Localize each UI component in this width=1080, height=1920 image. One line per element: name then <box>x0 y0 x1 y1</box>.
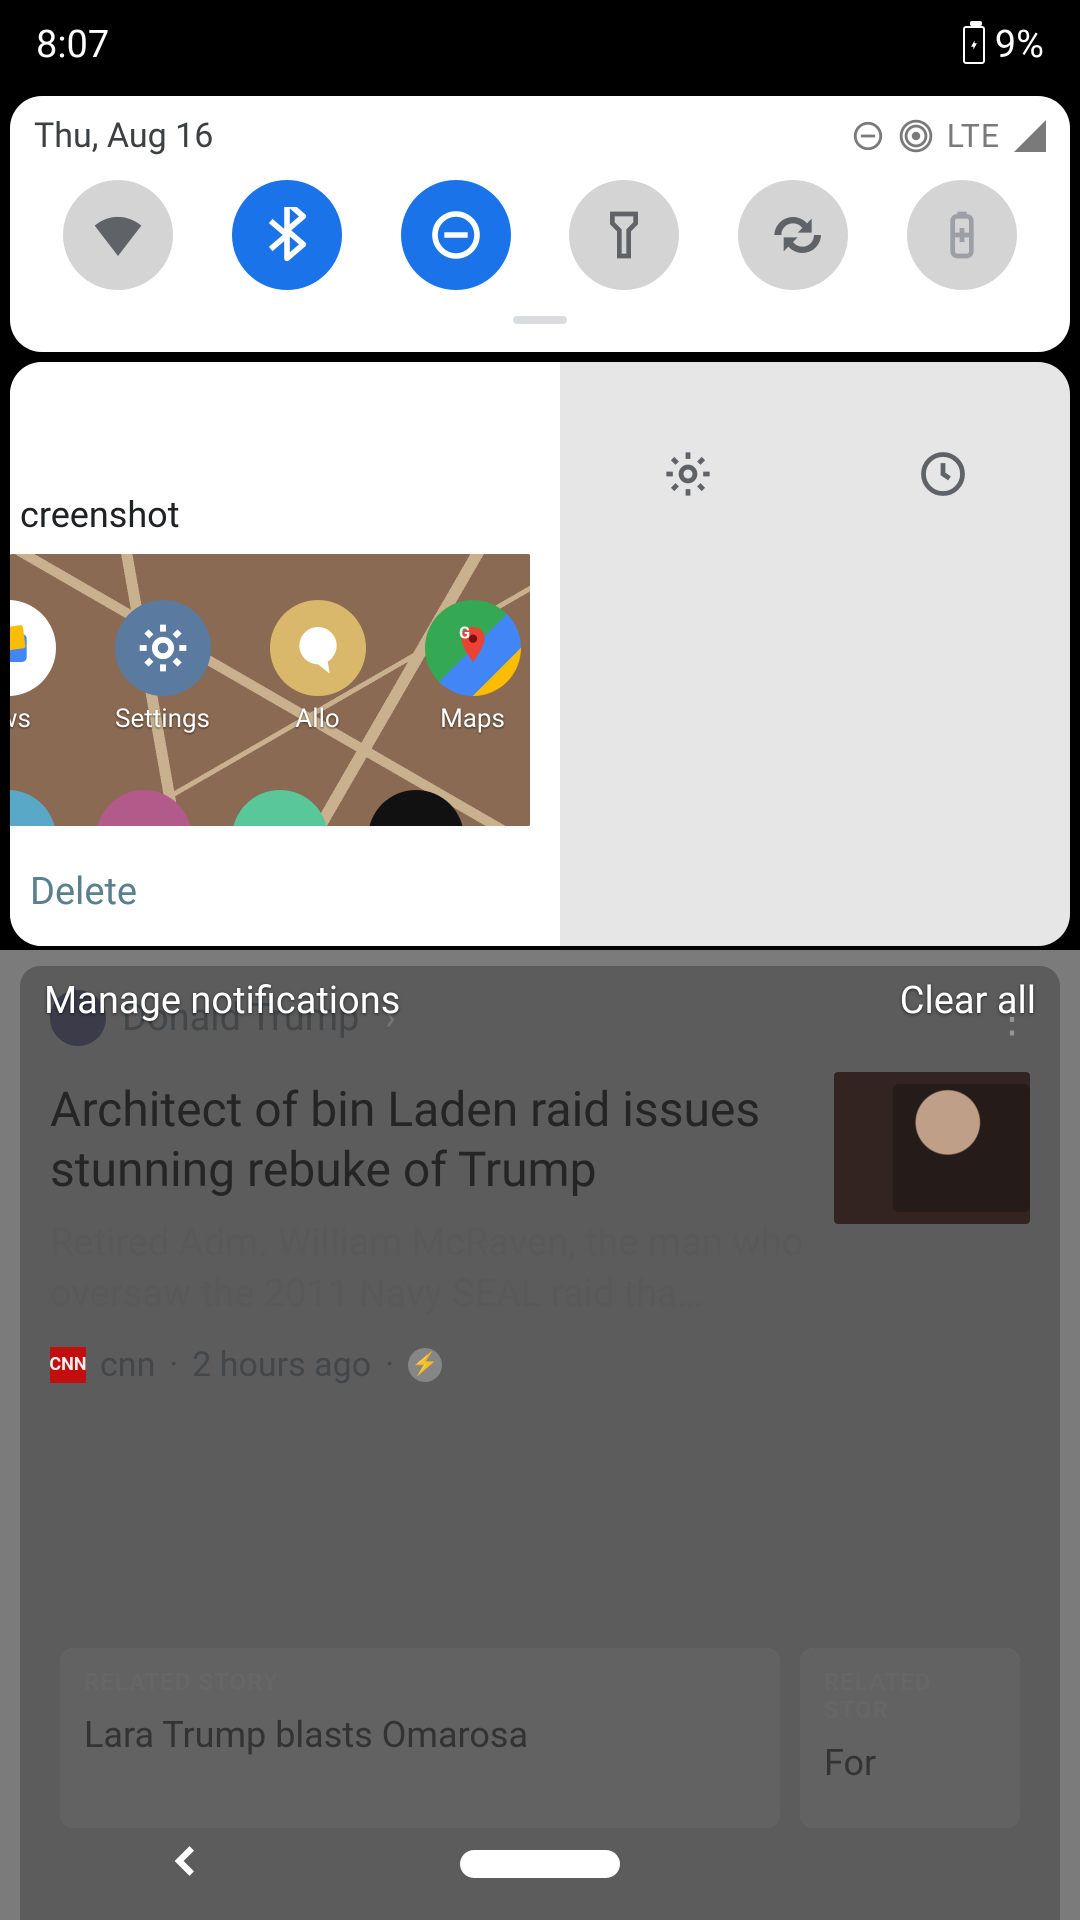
screenshot-notification[interactable]: creenshot ews Settings <box>10 362 1070 946</box>
status-right: 9% <box>963 23 1044 67</box>
signal-icon <box>1014 120 1046 152</box>
battery-percent: 9% <box>995 23 1044 67</box>
svg-text:G: G <box>459 624 470 643</box>
app-label: Settings <box>115 704 210 734</box>
news-thumbnail <box>834 1072 1030 1224</box>
status-time: 8:07 <box>36 23 109 67</box>
app-peek-icon <box>368 790 464 826</box>
qs-tile-battery-saver[interactable] <box>907 180 1017 290</box>
hotspot-status-icon <box>899 119 933 153</box>
qs-tile-bluetooth[interactable] <box>232 180 342 290</box>
back-button[interactable] <box>168 1842 206 1884</box>
qs-tiles <box>34 180 1046 290</box>
notification-footer: Manage notifications Clear all <box>0 966 1080 1036</box>
bluetooth-icon <box>259 207 315 263</box>
screenshot-thumbnail[interactable]: ews Settings Allo G <box>10 554 530 826</box>
app-row-bottom <box>10 790 464 826</box>
meta-sep: · <box>169 1345 178 1385</box>
app-maps: G Maps <box>415 600 530 734</box>
related-tag: RELATED STOR <box>824 1668 996 1724</box>
qs-tile-autorotate[interactable] <box>738 180 848 290</box>
app-peek-icon <box>232 790 328 826</box>
related-tag: RELATED STORY <box>84 1668 756 1696</box>
flashlight-icon <box>596 207 652 263</box>
autorotate-icon <box>765 207 821 263</box>
qs-tile-wifi[interactable] <box>63 180 173 290</box>
app-label: ews <box>10 704 31 734</box>
news-app-icon <box>10 600 56 696</box>
qs-tile-flashlight[interactable] <box>569 180 679 290</box>
related-card-left[interactable]: RELATED STORY Lara Trump blasts Omarosa <box>60 1648 780 1828</box>
app-peek-icon <box>10 790 56 826</box>
delete-button[interactable]: Delete <box>30 870 137 914</box>
meta-sep: · <box>385 1345 394 1385</box>
app-label: Allo <box>295 704 339 734</box>
news-meta: CNN cnn · 2 hours ago · ⚡ <box>20 1321 1060 1409</box>
qs-date: Thu, Aug 16 <box>34 116 213 156</box>
network-label: LTE <box>947 117 1000 155</box>
notification-title: creenshot <box>20 494 180 536</box>
outlet-name: cnn <box>100 1345 155 1385</box>
notification-swipe-actions <box>560 362 1070 946</box>
outlet-logo: CNN <box>50 1347 86 1383</box>
battery-saver-icon <box>934 207 990 263</box>
navigation-bar <box>0 1824 1080 1904</box>
dnd-status-icon <box>851 119 885 153</box>
dnd-icon <box>428 207 484 263</box>
related-stories-row[interactable]: RELATED STORY Lara Trump blasts Omarosa … <box>0 1648 1080 1828</box>
chevron-left-icon <box>168 1842 206 1880</box>
qs-tile-dnd[interactable] <box>401 180 511 290</box>
status-bar: 8:07 9% <box>0 0 1080 90</box>
app-settings: Settings <box>105 600 220 734</box>
app-label: Maps <box>440 704 505 734</box>
related-title: Lara Trump blasts Omarosa <box>84 1714 756 1756</box>
qs-expand-handle[interactable] <box>513 316 567 324</box>
news-age: 2 hours ago <box>192 1345 371 1385</box>
app-allo: Allo <box>260 600 375 734</box>
settings-app-icon <box>115 600 211 696</box>
app-row: ews Settings Allo G <box>10 600 530 734</box>
manage-notifications-button[interactable]: Manage notifications <box>44 979 400 1023</box>
home-pill[interactable] <box>460 1850 620 1878</box>
qs-header: Thu, Aug 16 LTE <box>34 116 1046 156</box>
notification-settings-button[interactable] <box>662 448 714 504</box>
app-news: ews <box>10 600 65 734</box>
clear-all-button[interactable]: Clear all <box>900 979 1036 1023</box>
clock-icon <box>917 448 969 500</box>
notification-content[interactable]: creenshot ews Settings <box>10 362 560 946</box>
maps-app-icon: G <box>425 600 521 696</box>
amp-icon: ⚡ <box>408 1348 442 1382</box>
allo-app-icon <box>270 600 366 696</box>
related-title: For <box>824 1742 996 1784</box>
gear-icon <box>662 448 714 500</box>
related-card-right[interactable]: RELATED STOR For <box>800 1648 1020 1828</box>
notification-snooze-button[interactable] <box>917 448 969 504</box>
wifi-icon <box>90 207 146 263</box>
battery-charging-icon <box>963 26 985 64</box>
quick-settings-panel[interactable]: Thu, Aug 16 LTE <box>10 96 1070 352</box>
qs-status-icons: LTE <box>851 117 1046 155</box>
app-peek-icon <box>96 790 192 826</box>
